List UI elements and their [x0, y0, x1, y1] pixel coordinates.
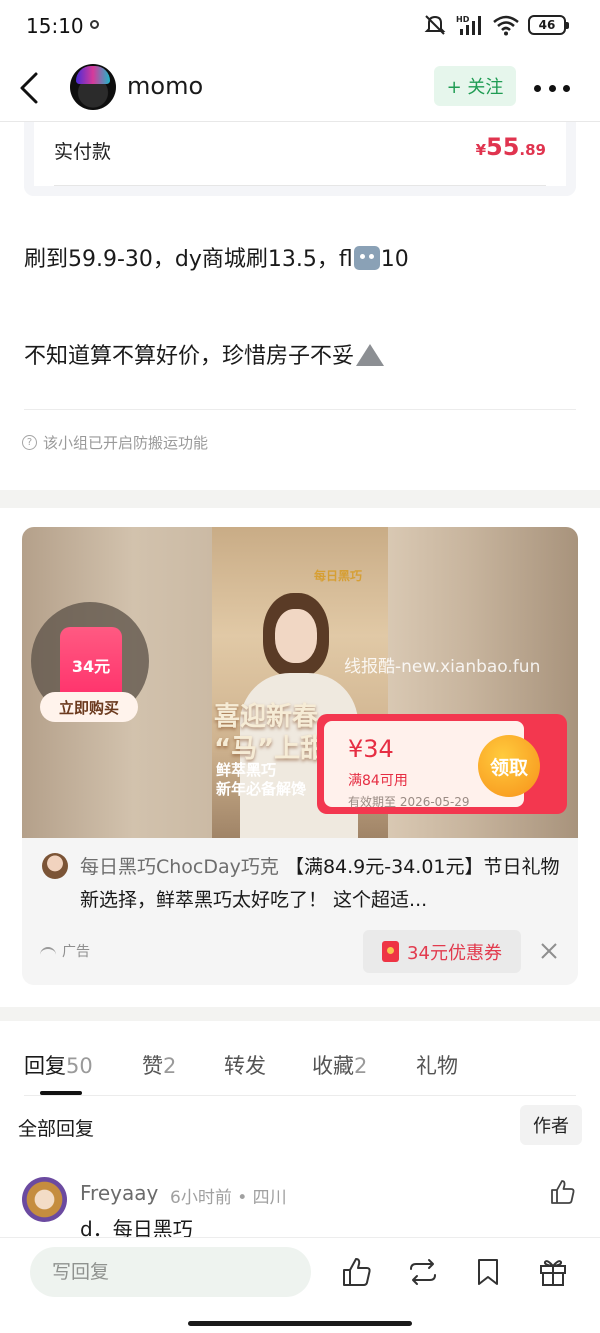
comment-meta: 6小时前 • 四川 — [170, 1188, 287, 1208]
ad-icon — [40, 947, 56, 955]
wifi-icon — [493, 15, 519, 36]
author-only-button[interactable]: 作者 — [520, 1105, 582, 1145]
ad-tag: 广告 — [40, 941, 90, 961]
ad-card[interactable]: 每日黑巧 喜迎新春 “马”上甜蜜 鲜萃黑巧 新年必备解馋 34元 立即购买 ¥34 … — [22, 527, 578, 985]
more-options-icon[interactable] — [534, 74, 570, 102]
gift-icon[interactable] — [537, 1256, 569, 1288]
coupon-card[interactable]: ¥34 满84可用 有效期至 2026-05-29 领取 — [317, 714, 567, 814]
ad-brand-logo: 每日黑巧 — [314, 569, 363, 583]
avatar[interactable] — [70, 64, 116, 110]
bottom-bar — [0, 1237, 600, 1333]
claim-coupon-button[interactable]: 领取 — [478, 735, 540, 797]
status-time: 15:10 — [26, 14, 84, 38]
robot-emoji-icon — [353, 246, 380, 270]
ad-author-avatar[interactable] — [42, 853, 68, 879]
order-card: 实付款 ¥55.89 — [24, 122, 576, 196]
tab-replies[interactable]: 回复50 — [24, 1050, 93, 1080]
buy-now-button[interactable]: 立即购买 — [40, 692, 138, 722]
ad-title[interactable]: 每日黑巧ChocDay巧克 【满84.9元-34.01元】节日礼物新选择，鲜萃黑… — [80, 851, 560, 917]
mute-icon — [424, 15, 446, 35]
ad-image[interactable]: 每日黑巧 喜迎新春 “马”上甜蜜 鲜萃黑巧 新年必备解馋 34元 立即购买 ¥34 … — [22, 527, 578, 838]
watermark: 线报酷-new.xianbao.fun — [344, 657, 541, 677]
mountain-emoji-icon — [356, 344, 385, 366]
divider — [24, 1095, 576, 1096]
tab-likes[interactable]: 赞2 — [142, 1050, 176, 1080]
question-icon: ? — [22, 435, 37, 450]
follow-button[interactable]: + 关注 — [434, 66, 516, 106]
section-separator — [0, 1007, 600, 1021]
post-text-line: 刷到59.9-30，dy商城刷13.5，fl 10 — [24, 246, 409, 272]
top-nav: momo + 关注 — [0, 56, 600, 122]
thumbs-up-icon[interactable] — [341, 1256, 373, 1288]
all-replies-label: 全部回复 — [18, 1118, 95, 1140]
paid-label: 实付款 — [54, 141, 112, 163]
ad-subheadline: 鲜萃黑巧 新年必备解馋 — [216, 761, 307, 798]
signal-icon: HD — [456, 15, 481, 35]
close-icon[interactable] — [538, 940, 560, 962]
anti-repost-notice: ? 该小组已开启防搬运功能 — [22, 432, 208, 453]
repost-icon[interactable] — [407, 1256, 439, 1288]
home-indicator — [188, 1321, 412, 1326]
tab-favorites[interactable]: 收藏2 — [312, 1050, 367, 1080]
tab-reposts[interactable]: 转发 — [224, 1050, 266, 1080]
coupon-chip-button[interactable]: 34元优惠券 — [363, 930, 521, 973]
coupon-condition: 满84可用 — [348, 773, 408, 789]
divider — [24, 409, 576, 410]
bookmark-icon[interactable] — [472, 1256, 504, 1288]
paid-amount: ¥55.89 — [475, 133, 546, 161]
red-packet-icon — [382, 941, 400, 962]
notification-dot-icon — [90, 20, 99, 29]
avatar[interactable] — [22, 1177, 67, 1222]
svg-text:HD: HD — [456, 15, 470, 24]
comment-username[interactable]: Freyaay — [80, 1181, 158, 1205]
back-arrow-icon[interactable] — [12, 68, 52, 108]
status-icons: HD 46 — [423, 14, 569, 36]
status-bar: 15:10 HD 46 — [0, 0, 600, 56]
username[interactable]: momo — [127, 72, 203, 100]
thumbs-up-icon[interactable] — [549, 1178, 577, 1206]
coupon-value: ¥34 — [348, 735, 394, 763]
coupon-expiry: 有效期至 2026-05-29 — [348, 795, 470, 809]
tab-gifts[interactable]: 礼物 — [416, 1050, 458, 1080]
post-text-line: 不知道算不算好价，珍惜房子不妥 — [24, 338, 385, 370]
divider — [54, 185, 546, 186]
reply-input[interactable] — [30, 1247, 311, 1297]
section-separator — [0, 490, 600, 508]
battery-icon: 46 — [528, 15, 569, 35]
